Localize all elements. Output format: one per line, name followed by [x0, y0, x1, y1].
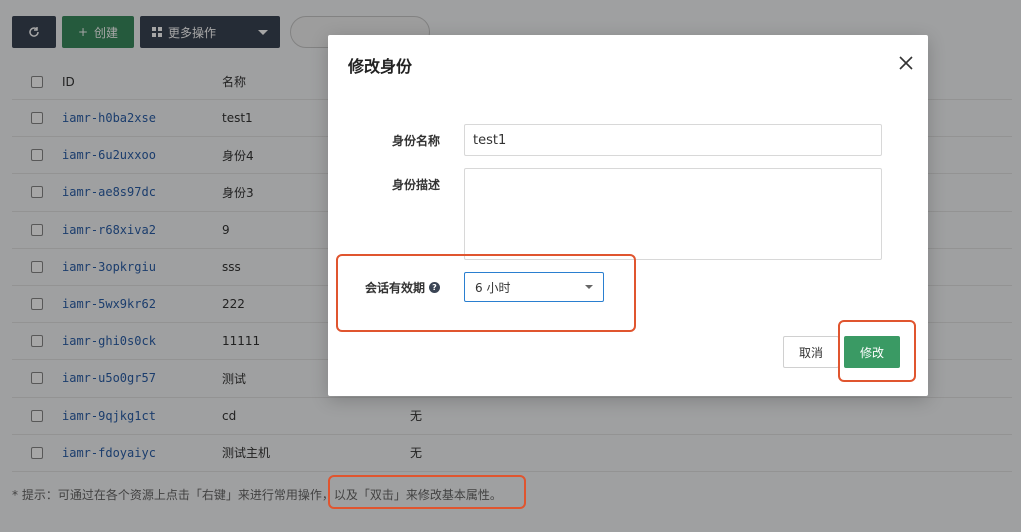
chevron-down-icon [585, 285, 593, 289]
name-input-value: test1 [473, 132, 507, 148]
session-duration-value: 6 小时 [475, 280, 511, 295]
close-icon[interactable] [898, 55, 914, 71]
description-textarea[interactable] [464, 168, 882, 260]
description-label: 身份描述 [391, 178, 440, 192]
cancel-button[interactable]: 取消 [783, 336, 839, 368]
session-duration-label: 会话有效期 [364, 281, 425, 295]
name-input[interactable]: test1 [464, 124, 882, 156]
modify-button[interactable]: 修改 [844, 336, 900, 368]
dialog-title: 修改身份 [348, 57, 413, 76]
help-icon[interactable]: ? [429, 282, 440, 293]
edit-identity-dialog: 修改身份 身份名称 test1 身份描述 会话有效期 ? 6 小时 取消 修改 [328, 35, 928, 396]
session-duration-label-group: 会话有效期 ? [346, 279, 440, 296]
session-duration-select[interactable]: 6 小时 [464, 272, 604, 302]
name-label: 身份名称 [391, 134, 440, 148]
